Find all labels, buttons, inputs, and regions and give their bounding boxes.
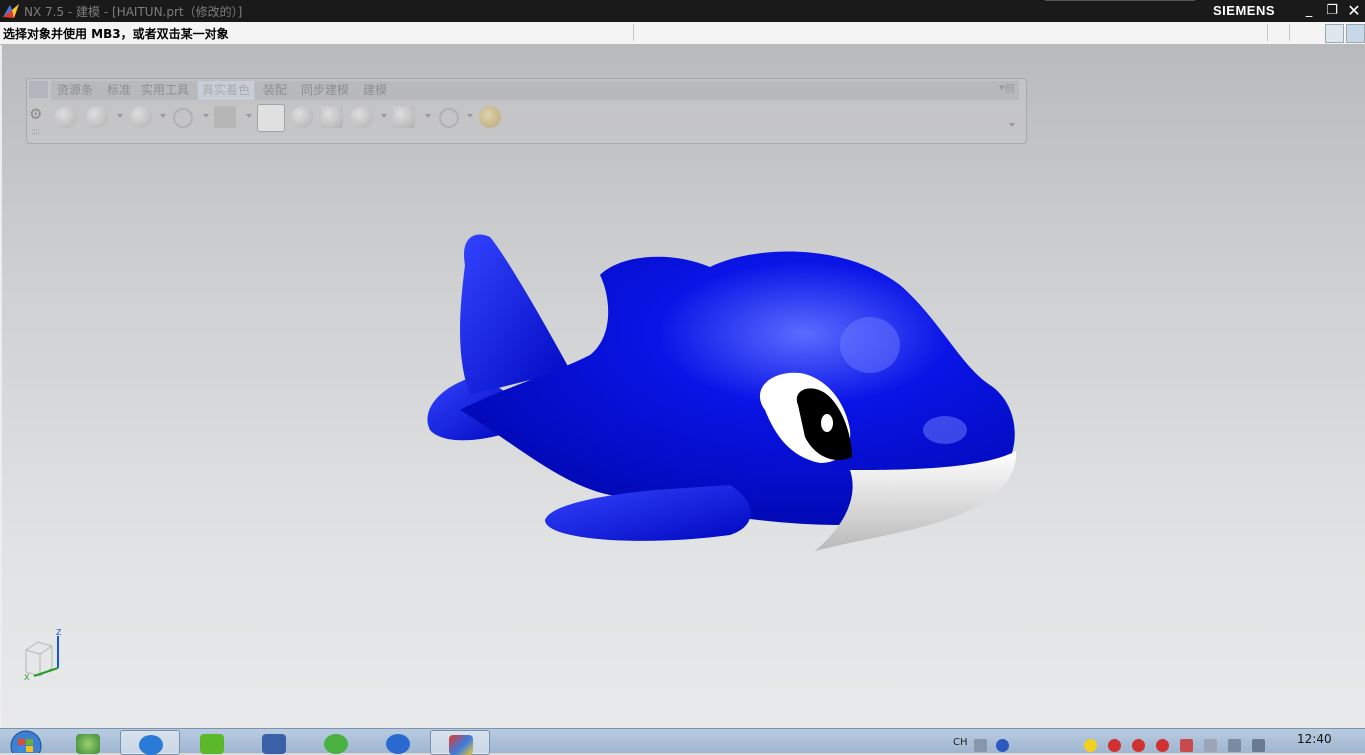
start-button-icon[interactable] xyxy=(4,730,44,753)
taskbar-app-explorer[interactable] xyxy=(58,730,116,754)
person-light-icon[interactable] xyxy=(351,106,373,128)
gear-icon[interactable]: ⚙ xyxy=(29,105,42,123)
refresh-icon xyxy=(324,734,348,754)
restore-button[interactable]: ❐ xyxy=(1322,2,1342,20)
disabled-icon[interactable] xyxy=(173,108,193,128)
nx-icon xyxy=(449,735,473,755)
body-highlight xyxy=(840,317,900,373)
qq-icon[interactable] xyxy=(1132,739,1145,752)
wrench-icon[interactable] xyxy=(479,106,501,128)
status-line-divider xyxy=(1267,24,1268,41)
toolbar-logo-icon xyxy=(29,81,48,98)
chevron-down-icon[interactable] xyxy=(381,114,387,118)
dolphin-model[interactable] xyxy=(420,225,1030,560)
siemens-logo: SIEMENS xyxy=(1213,3,1276,18)
close-button[interactable]: ✕ xyxy=(1344,2,1364,20)
tab-utilities[interactable]: 实用工具 xyxy=(137,81,193,100)
cue-line-text: 选择对象并使用 MB3，或者双击某一对象 xyxy=(3,27,229,41)
pectoral-fin xyxy=(545,485,751,541)
taskbar-app-iqiyi[interactable] xyxy=(182,730,240,754)
image-square-icon[interactable] xyxy=(214,106,236,128)
tail-upper-fin xyxy=(460,234,570,395)
network-icon[interactable] xyxy=(1228,739,1241,752)
taskbar-app-media[interactable] xyxy=(368,730,426,754)
tab-resource-bar[interactable]: 资源条 xyxy=(53,81,97,100)
chevron-down-icon[interactable] xyxy=(117,114,123,118)
ribbon-toolbar: 资源条 标准 实用工具 真实着色 装配 同步建模 建模 ▾▤ ⚙ :::: xyxy=(26,78,1027,144)
triad-z-label: Z xyxy=(56,628,62,637)
grip-handle-icon[interactable]: :::: xyxy=(31,127,40,137)
minimize-button[interactable]: _ xyxy=(1299,2,1319,20)
taskbar-app-nx[interactable] xyxy=(430,730,490,755)
shading-sphere-icon[interactable] xyxy=(55,106,77,128)
title-bar: NX 7.5 - 建模 - [HAITUN.prt（修改的）] SIEMENS … xyxy=(0,0,1365,22)
chevron-down-icon[interactable] xyxy=(246,114,252,118)
iqiyi-icon xyxy=(200,734,224,754)
toolbar-options-icon[interactable]: ▾▤ xyxy=(997,81,1017,98)
floor-plane-icon[interactable] xyxy=(321,106,343,128)
tab-true-shading[interactable]: 真实着色 xyxy=(197,80,256,101)
language-indicator[interactable]: CH xyxy=(953,737,968,748)
dots-grid-icon[interactable] xyxy=(393,106,415,128)
tab-assembly[interactable]: 装配 xyxy=(259,81,291,100)
clock[interactable]: 12:40 xyxy=(1297,732,1332,746)
window-title: NX 7.5 - 建模 - [HAITUN.prt（修改的）] xyxy=(24,5,243,19)
taskbar-app-kugou[interactable] xyxy=(120,730,180,755)
head-highlight xyxy=(923,416,967,444)
keyboard-icon[interactable] xyxy=(974,739,987,752)
kugou-icon xyxy=(139,735,163,755)
taskbar-app-film[interactable] xyxy=(244,730,302,754)
chevron-down-icon[interactable] xyxy=(1009,123,1015,127)
cue-line: 选择对象并使用 MB3，或者双击某一对象 xyxy=(0,22,1365,45)
media-player-icon xyxy=(386,734,410,754)
tray-app-icon[interactable] xyxy=(1084,739,1097,752)
help-icon[interactable] xyxy=(996,739,1009,752)
person-icon[interactable] xyxy=(291,106,313,128)
chevron-down-icon[interactable] xyxy=(203,114,209,118)
film-icon xyxy=(262,734,286,754)
status-line-divider xyxy=(633,24,634,41)
chevron-down-icon[interactable] xyxy=(425,114,431,118)
tab-row: 资源条 标准 实用工具 真实着色 装配 同步建模 建模 xyxy=(51,80,1019,101)
windows-explorer-icon xyxy=(76,734,100,754)
title-divider xyxy=(1045,0,1195,1)
triad-x-label: X xyxy=(24,673,30,682)
taskbar-app-refresh[interactable] xyxy=(306,730,364,754)
chevron-down-icon[interactable] xyxy=(160,114,166,118)
eye-glint xyxy=(821,414,833,432)
taskbar: CH 12:40 xyxy=(0,728,1365,755)
tab-modeling[interactable]: 建模 xyxy=(359,81,391,100)
power-icon[interactable] xyxy=(1204,739,1217,752)
view-triad: Z X xyxy=(24,628,62,682)
volume-icon[interactable] xyxy=(1252,739,1265,752)
qq-icon[interactable] xyxy=(1108,739,1121,752)
resource-bar-icon[interactable] xyxy=(1325,24,1344,43)
disabled-icon[interactable] xyxy=(439,108,459,128)
flag-icon[interactable] xyxy=(1180,739,1193,752)
tab-synchronous-modeling[interactable]: 同步建模 xyxy=(297,81,353,100)
tab-standard[interactable]: 标准 xyxy=(103,81,135,100)
status-line-divider xyxy=(1289,24,1290,41)
fullscreen-icon[interactable] xyxy=(1346,24,1365,43)
background-sphere-icon[interactable] xyxy=(130,106,152,128)
qq-icon[interactable] xyxy=(1156,739,1169,752)
chevron-down-icon[interactable] xyxy=(467,114,473,118)
material-sphere-icon[interactable] xyxy=(86,106,108,128)
true-shading-edit-icon[interactable] xyxy=(257,104,285,132)
nx-app-icon[interactable] xyxy=(2,3,20,19)
